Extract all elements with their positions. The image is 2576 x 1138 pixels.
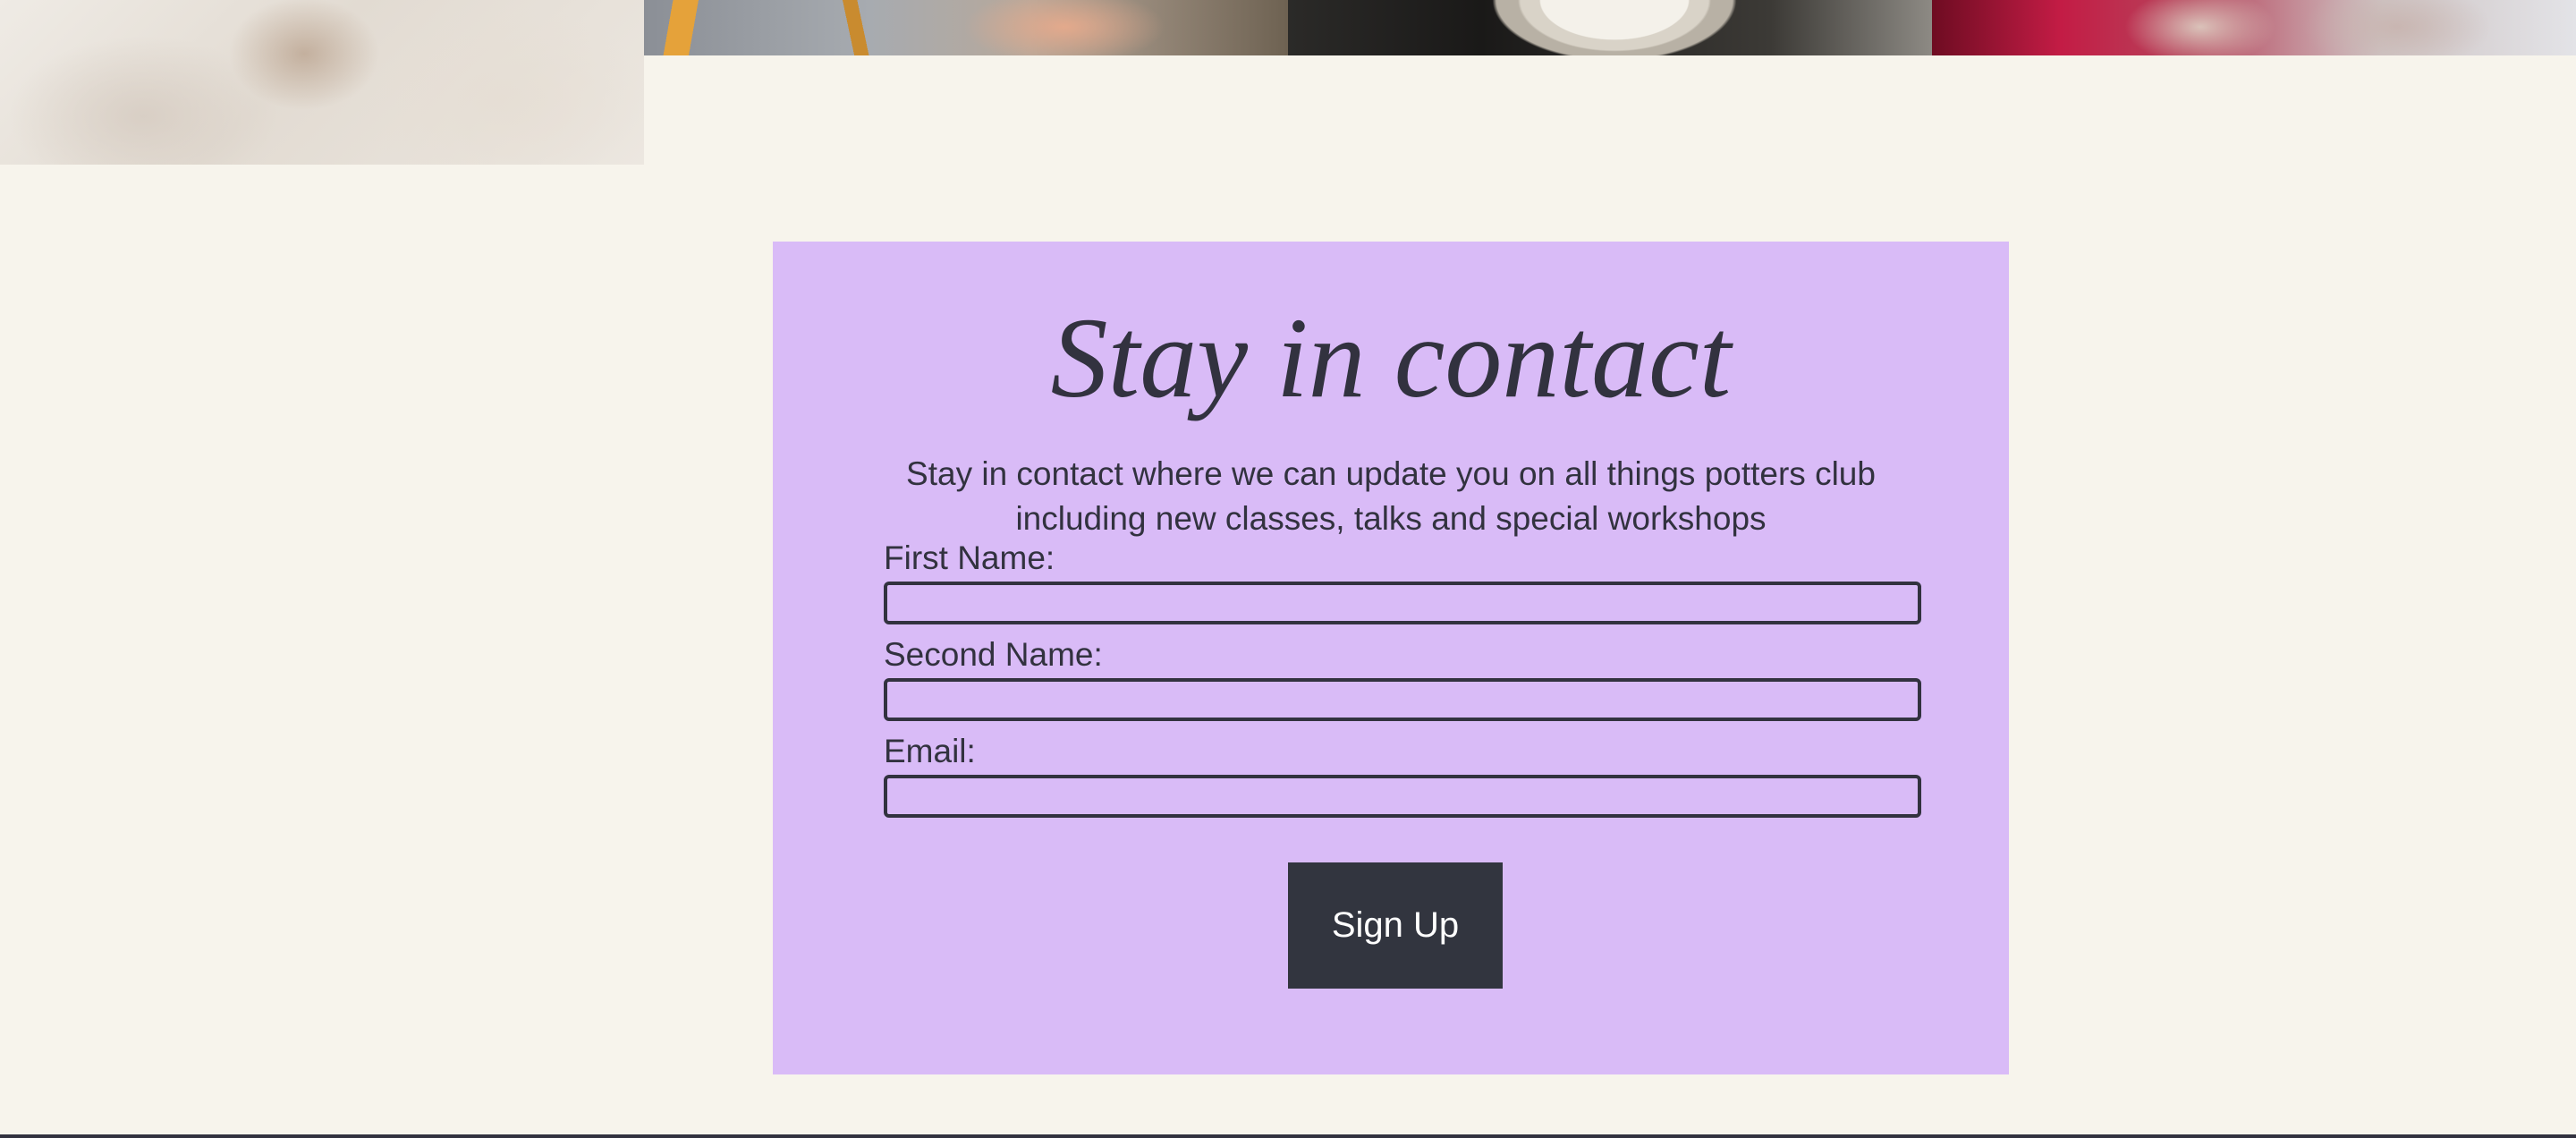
signup-form: First Name: Second Name: Email: [884,539,1921,828]
clay-texture-photo[interactable] [0,0,644,165]
contact-intro-text: Stay in contact where we can update you … [906,455,1876,537]
sign-up-button[interactable]: Sign Up [1288,862,1503,989]
first-name-label: First Name: [884,539,1055,576]
second-name-label: Second Name: [884,636,1103,673]
footer-divider [0,1134,2576,1138]
contact-signup-card: Stay in contact Stay in contact where we… [773,242,2009,1074]
page: Stay in contact Stay in contact where we… [0,0,2576,1138]
second-name-input[interactable] [884,678,1921,721]
first-name-input[interactable] [884,582,1921,624]
ceramic-bowl-photo[interactable] [1932,0,2576,55]
pottery-tools-photo[interactable] [644,0,1288,55]
pottery-wheel-photo[interactable] [1288,0,1932,55]
contact-title: Stay in contact [1050,294,1732,421]
email-input[interactable] [884,775,1921,818]
photo-gallery-strip [0,0,2576,165]
email-label: Email: [884,733,976,769]
